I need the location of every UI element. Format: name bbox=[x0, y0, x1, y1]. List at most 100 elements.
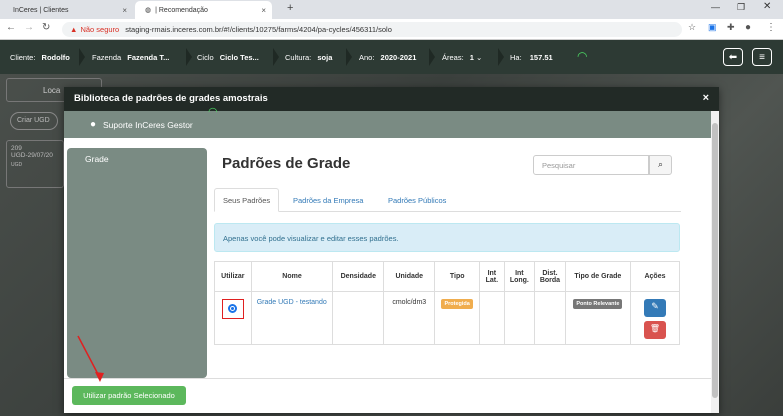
type-cell: Protegida bbox=[434, 291, 481, 345]
edit-button[interactable]: ✎ bbox=[643, 299, 666, 317]
ugd-card[interactable]: 209 UGD-29/07/20 UGD bbox=[6, 140, 64, 188]
crop-value: soja bbox=[317, 53, 333, 62]
protected-badge: Protegida bbox=[441, 299, 473, 309]
separator-icon bbox=[273, 48, 279, 66]
year-label: Ano: bbox=[359, 53, 375, 62]
col-header: Tipo de Grade bbox=[564, 261, 631, 292]
areas-label: Áreas: bbox=[442, 53, 464, 62]
int-lat-cell bbox=[479, 291, 505, 345]
delete-button[interactable]: 🗑 bbox=[643, 321, 666, 339]
use-cell bbox=[214, 291, 252, 345]
profile-icon[interactable]: ● bbox=[745, 22, 751, 33]
sidebar-item-grade[interactable]: Grade bbox=[85, 154, 109, 164]
back-icon[interactable]: ← bbox=[6, 22, 16, 33]
browser-tab-clients[interactable]: InCeres | Clientes × bbox=[3, 1, 133, 19]
create-ugd-button[interactable]: Criar UGD bbox=[10, 112, 58, 130]
close-icon[interactable]: × bbox=[122, 6, 127, 15]
year-selector[interactable]: Ano: 2020-2021 bbox=[359, 53, 416, 62]
unit-cell: cmolc/dm3 bbox=[383, 291, 436, 345]
cycle-label: Ciclo bbox=[197, 53, 214, 62]
areas-selector[interactable]: Áreas: 1 ⌄ bbox=[442, 53, 482, 62]
chevron-down-icon: ⌄ bbox=[476, 53, 483, 62]
window-close-icon[interactable]: ✕ bbox=[763, 1, 771, 12]
search-placeholder: Pesquisar bbox=[542, 161, 576, 170]
reload-icon[interactable]: ↻ bbox=[42, 22, 50, 33]
separator-icon bbox=[346, 48, 352, 66]
client-selector[interactable]: Cliente: Rodolfo bbox=[10, 53, 70, 62]
col-header: Nome bbox=[250, 261, 334, 292]
menu-icon[interactable]: ⋮ bbox=[766, 22, 776, 33]
col-header: Utilizar bbox=[214, 261, 252, 292]
tab-padroes-empresa[interactable]: Padrões da Empresa bbox=[285, 188, 371, 212]
col-header: Int Long. bbox=[503, 261, 536, 292]
new-tab-button[interactable]: + bbox=[287, 2, 293, 14]
tab-seus-padroes[interactable]: Seus Padrões bbox=[214, 188, 280, 212]
farm-label: Fazenda bbox=[92, 53, 122, 62]
forward-icon[interactable]: → bbox=[24, 22, 34, 33]
extensions-icon[interactable]: ✚ bbox=[727, 22, 735, 33]
separator-icon bbox=[79, 48, 85, 66]
url-text: staging-rmais.inceres.com.br/#!/clients/… bbox=[125, 25, 392, 34]
url-field[interactable]: ▲ Não seguro staging-rmais.inceres.com.b… bbox=[62, 22, 682, 37]
farm-selector[interactable]: Fazenda Fazenda T... bbox=[92, 53, 169, 62]
card-date: UGD-29/07/20 bbox=[11, 152, 53, 159]
col-header: Ações bbox=[629, 261, 681, 292]
grid-type-cell: Ponto Relevante bbox=[564, 291, 631, 345]
globe-icon: ◍ bbox=[145, 7, 152, 14]
minimize-icon[interactable]: — bbox=[711, 2, 720, 12]
translate-icon[interactable]: ▣ bbox=[708, 22, 717, 33]
menu-button[interactable]: ≡ bbox=[752, 48, 772, 66]
hectares-display: Ha: 157.51 bbox=[510, 53, 553, 62]
actions-cell: ✎ 🗑 bbox=[629, 291, 681, 345]
bookmark-star-icon[interactable]: ☆ bbox=[688, 22, 696, 33]
warning-icon: ▲ bbox=[70, 25, 78, 34]
table-header-row: Utilizar Nome Densidade Unidade Tipo Int… bbox=[214, 261, 681, 292]
ha-label: Ha: bbox=[510, 53, 522, 62]
modal-scrollbar[interactable] bbox=[711, 111, 719, 413]
tab-title: InCeres | Clientes bbox=[13, 6, 69, 14]
close-icon[interactable]: × bbox=[261, 6, 266, 15]
address-bar: ← → ↻ ▲ Não seguro staging-rmais.inceres… bbox=[0, 19, 783, 40]
col-header: Int Lat. bbox=[479, 261, 505, 292]
ha-value: 157.51 bbox=[529, 53, 553, 62]
table-row: Grade UGD - testando cmolc/dm3 Protegida… bbox=[214, 291, 681, 345]
modal-subheader: ● Suporte InCeres Gestor ◠ bbox=[64, 106, 711, 138]
radio-highlight bbox=[221, 299, 244, 319]
farm-value: Fazenda T... bbox=[127, 53, 170, 62]
not-secure-label: Não seguro bbox=[80, 25, 120, 34]
page-title: Padrões de Grade bbox=[222, 155, 351, 172]
search-input[interactable]: Pesquisar bbox=[533, 155, 649, 175]
edit-icon: ✎ bbox=[651, 301, 659, 311]
dist-border-cell bbox=[534, 291, 566, 345]
arrow-left-icon: ⬅ bbox=[728, 51, 738, 63]
trash-icon: 🗑 bbox=[649, 324, 661, 333]
pattern-name-link[interactable]: Grade UGD - testando bbox=[250, 291, 334, 345]
browser-tab-bar: InCeres | Clientes × ◍ | Recomendação × … bbox=[0, 0, 783, 19]
crop-selector[interactable]: Cultura: soja bbox=[285, 53, 332, 62]
tab-bar: Seus Padrões Padrões da Empresa Padrões … bbox=[214, 188, 681, 212]
use-selected-button[interactable]: Utilizar padrão Selecionado bbox=[72, 386, 186, 405]
select-radio[interactable] bbox=[228, 304, 238, 313]
col-header: Densidade bbox=[332, 261, 385, 292]
modal-close-button[interactable]: × bbox=[703, 92, 709, 104]
card-number: 209 bbox=[11, 145, 22, 152]
back-button[interactable]: ⬅ bbox=[723, 48, 743, 66]
restore-icon[interactable]: ❐ bbox=[737, 2, 745, 13]
client-value: Rodolfo bbox=[41, 53, 70, 62]
browser-tab-recomendacao[interactable]: ◍ | Recomendação × bbox=[135, 1, 272, 19]
tab-padroes-publicos[interactable]: Padrões Públicos bbox=[380, 188, 454, 212]
areas-value: 1 bbox=[469, 53, 474, 62]
scrollbar-thumb[interactable] bbox=[712, 123, 718, 398]
modal-title: Biblioteca de padrões de grades amostrai… bbox=[74, 93, 268, 104]
search-button[interactable]: ⌕ bbox=[649, 155, 672, 175]
card-tag: UGD bbox=[11, 162, 23, 168]
app-header: Cliente: Rodolfo Fazenda Fazenda T... Ci… bbox=[0, 40, 783, 74]
separator-icon bbox=[498, 48, 504, 66]
info-alert: Apenas você pode visualizar e editar ess… bbox=[214, 223, 680, 252]
cycle-selector[interactable]: Ciclo Ciclo Tes... bbox=[197, 53, 259, 62]
density-cell bbox=[332, 291, 385, 345]
modal-footer: Utilizar padrão Selecionado bbox=[64, 378, 711, 413]
user-icon: ● bbox=[90, 119, 97, 130]
separator-icon bbox=[186, 48, 192, 66]
modal-content: Padrões de Grade Pesquisar ⌕ Seus Padrõe… bbox=[214, 138, 709, 378]
